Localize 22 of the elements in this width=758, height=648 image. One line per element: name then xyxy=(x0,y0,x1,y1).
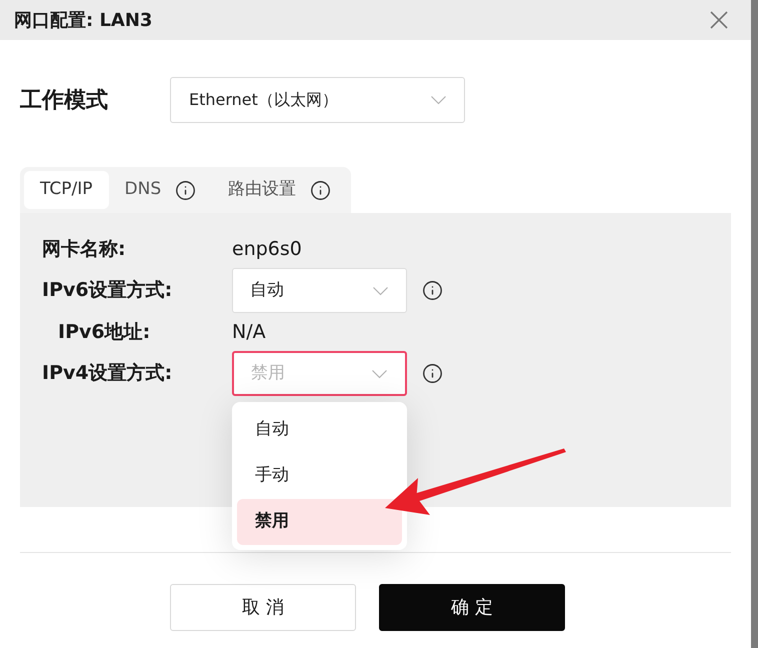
field-label: IPv4设置方式: xyxy=(42,362,172,384)
field-label: 网卡名称: xyxy=(42,238,126,260)
tab[interactable]: TCP/IP xyxy=(24,171,109,209)
dropdown-option[interactable]: 手动 xyxy=(237,453,402,499)
tab[interactable]: DNS xyxy=(108,171,212,209)
confirm-button[interactable]: 确定 xyxy=(379,584,565,631)
chevron-down-icon xyxy=(373,286,388,294)
dialog-title: 网口配置: LAN3 xyxy=(14,8,152,32)
field-label: IPv6地址: xyxy=(58,320,150,343)
chevron-down-icon xyxy=(372,370,387,378)
work-mode-label: 工作模式 xyxy=(20,86,109,114)
chevron-down-icon xyxy=(431,96,446,104)
select-field[interactable]: Ethernet（以太网） xyxy=(170,77,465,123)
dropdown-option[interactable]: 自动 xyxy=(237,407,402,453)
field-value: N/A xyxy=(232,320,266,345)
cancel-button[interactable]: 取消 xyxy=(170,584,356,631)
dropdown-option[interactable]: 禁用 xyxy=(237,499,402,545)
close-icon xyxy=(710,11,728,29)
field-label: IPv6设置方式: xyxy=(42,279,172,302)
tab[interactable]: 路由设置 xyxy=(212,171,348,209)
select-field[interactable]: 自动 xyxy=(232,268,407,313)
field-value: enp6s0 xyxy=(232,236,302,262)
